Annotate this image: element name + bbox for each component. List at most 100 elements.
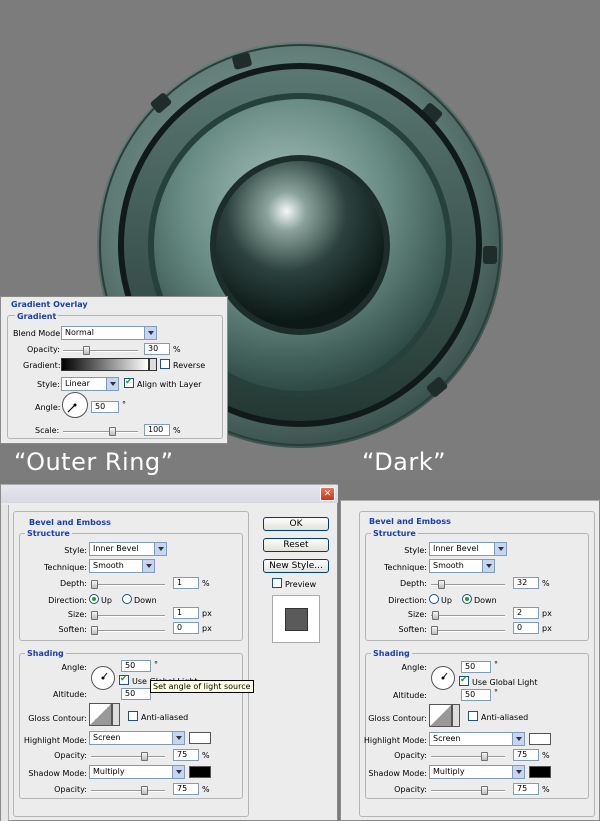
blend-mode-select[interactable]: Normal	[61, 326, 157, 340]
highlight-opacity-slider[interactable]	[91, 752, 165, 761]
shade-angle-label: Angle:	[61, 663, 87, 672]
slider-thumb[interactable]	[83, 346, 90, 355]
opacity-slider[interactable]	[63, 346, 138, 355]
scale-unit: %	[173, 426, 181, 435]
depth-unit: %	[542, 579, 550, 588]
shade-angle-input[interactable]: 50	[121, 660, 151, 672]
slider-thumb[interactable]	[431, 626, 438, 635]
depth-input[interactable]: 1	[173, 577, 199, 589]
align-layer-label: Align with Layer	[137, 380, 202, 389]
gradient-preview[interactable]	[61, 358, 149, 371]
angle-dial[interactable]	[62, 392, 88, 418]
reset-button[interactable]: Reset	[263, 538, 329, 552]
gradient-section-title: Gradient	[15, 312, 59, 321]
gloss-contour-preview[interactable]	[429, 704, 452, 727]
soften-input[interactable]: 0	[513, 622, 539, 634]
highlight-mode-label: Highlight Mode:	[363, 736, 427, 745]
shadow-color-swatch[interactable]	[189, 766, 211, 778]
size-input[interactable]: 1	[173, 607, 199, 619]
direction-up-radio[interactable]	[89, 594, 99, 604]
gradient-dropdown[interactable]	[149, 358, 157, 371]
global-light-checkbox[interactable]	[459, 675, 469, 686]
anti-aliased-checkbox[interactable]	[128, 711, 138, 721]
gloss-contour-dropdown[interactable]	[112, 703, 120, 726]
global-light-checkbox[interactable]	[119, 674, 129, 685]
shadow-opacity-slider[interactable]	[431, 786, 505, 795]
opacity-unit: %	[173, 345, 181, 354]
altitude-input[interactable]: 50	[461, 689, 491, 701]
highlight-mode-select[interactable]: Screen	[429, 732, 525, 746]
anti-aliased-checkbox[interactable]	[468, 711, 478, 721]
shadow-opacity-input[interactable]: 75	[173, 783, 199, 795]
light-angle-dial[interactable]	[431, 666, 455, 690]
reverse-checkbox[interactable]	[160, 359, 170, 369]
new-style-button[interactable]: New Style...	[263, 559, 329, 573]
size-input[interactable]: 2	[513, 607, 539, 619]
highlight-mode-select[interactable]: Screen	[89, 731, 185, 745]
slider-thumb[interactable]	[141, 786, 148, 795]
ok-button[interactable]: OK	[263, 517, 329, 531]
depth-slider[interactable]	[91, 580, 165, 589]
highlight-opacity-input[interactable]: 75	[173, 749, 199, 761]
highlight-opacity-input[interactable]: 75	[513, 749, 539, 761]
altitude-input[interactable]: 50	[121, 688, 151, 700]
slider-thumb[interactable]	[109, 427, 116, 436]
angle-label: Angle:	[35, 403, 61, 412]
shade-angle-input[interactable]: 50	[461, 661, 491, 673]
align-layer-checkbox[interactable]	[124, 377, 134, 388]
gloss-contour-label: Gloss Contour:	[368, 714, 427, 723]
light-angle-dial[interactable]	[91, 666, 115, 690]
direction-down-radio[interactable]	[462, 594, 472, 604]
slider-thumb[interactable]	[481, 786, 488, 795]
shadow-opacity-slider[interactable]	[91, 786, 165, 795]
soften-slider[interactable]	[431, 626, 505, 635]
caption-dark: “Dark”	[362, 448, 447, 476]
chevron-down-icon	[172, 732, 184, 744]
highlight-color-swatch[interactable]	[189, 732, 211, 744]
slider-thumb[interactable]	[141, 752, 148, 761]
scale-input[interactable]: 100	[144, 424, 170, 436]
shadow-mode-select[interactable]: Multiply	[89, 765, 185, 779]
technique-select[interactable]: Smooth	[429, 559, 495, 573]
size-slider[interactable]	[431, 611, 505, 620]
bevel-style-select[interactable]: Inner Bevel	[429, 542, 507, 556]
shadow-color-swatch[interactable]	[529, 766, 551, 778]
depth-input[interactable]: 32	[513, 577, 539, 589]
size-slider[interactable]	[91, 611, 165, 620]
slider-thumb[interactable]	[91, 580, 98, 589]
shading-title: Shading	[371, 649, 412, 658]
highlight-color-swatch[interactable]	[529, 733, 551, 745]
chevron-down-icon	[494, 543, 506, 555]
highlight-opacity-slider[interactable]	[431, 752, 505, 761]
angle-input[interactable]: 50	[91, 401, 119, 413]
scale-slider[interactable]	[63, 427, 138, 436]
shadow-opacity-input[interactable]: 75	[513, 783, 539, 795]
slider-thumb[interactable]	[91, 626, 98, 635]
slider-thumb[interactable]	[432, 611, 439, 620]
close-icon[interactable]: ✕	[320, 487, 335, 501]
shading-title: Shading	[25, 649, 66, 658]
gloss-contour-dropdown[interactable]	[452, 704, 460, 727]
slider-thumb[interactable]	[91, 611, 98, 620]
opacity-input[interactable]: 30	[144, 343, 170, 355]
shadow-mode-select[interactable]: Multiply	[429, 765, 525, 779]
soften-input[interactable]: 0	[173, 622, 199, 634]
soften-slider[interactable]	[91, 626, 165, 635]
direction-label: Direction:	[388, 596, 427, 605]
direction-down-label: Down	[474, 596, 497, 605]
depth-slider[interactable]	[431, 580, 505, 589]
direction-down-radio[interactable]	[122, 594, 132, 604]
style-select[interactable]: Linear	[61, 377, 119, 391]
depth-label: Depth:	[399, 579, 427, 588]
slider-thumb[interactable]	[438, 580, 445, 589]
tooltip: Set angle of light source	[150, 680, 254, 693]
gloss-contour-preview[interactable]	[89, 703, 112, 726]
technique-select[interactable]: Smooth	[89, 559, 155, 573]
slider-thumb[interactable]	[481, 752, 488, 761]
size-label: Size:	[407, 610, 427, 619]
direction-up-radio[interactable]	[429, 594, 439, 604]
bevel-style-select[interactable]: Inner Bevel	[89, 542, 167, 556]
shadow-opacity-label: Opacity:	[394, 785, 427, 794]
angle-unit: °	[154, 660, 158, 669]
preview-checkbox[interactable]	[272, 578, 282, 588]
